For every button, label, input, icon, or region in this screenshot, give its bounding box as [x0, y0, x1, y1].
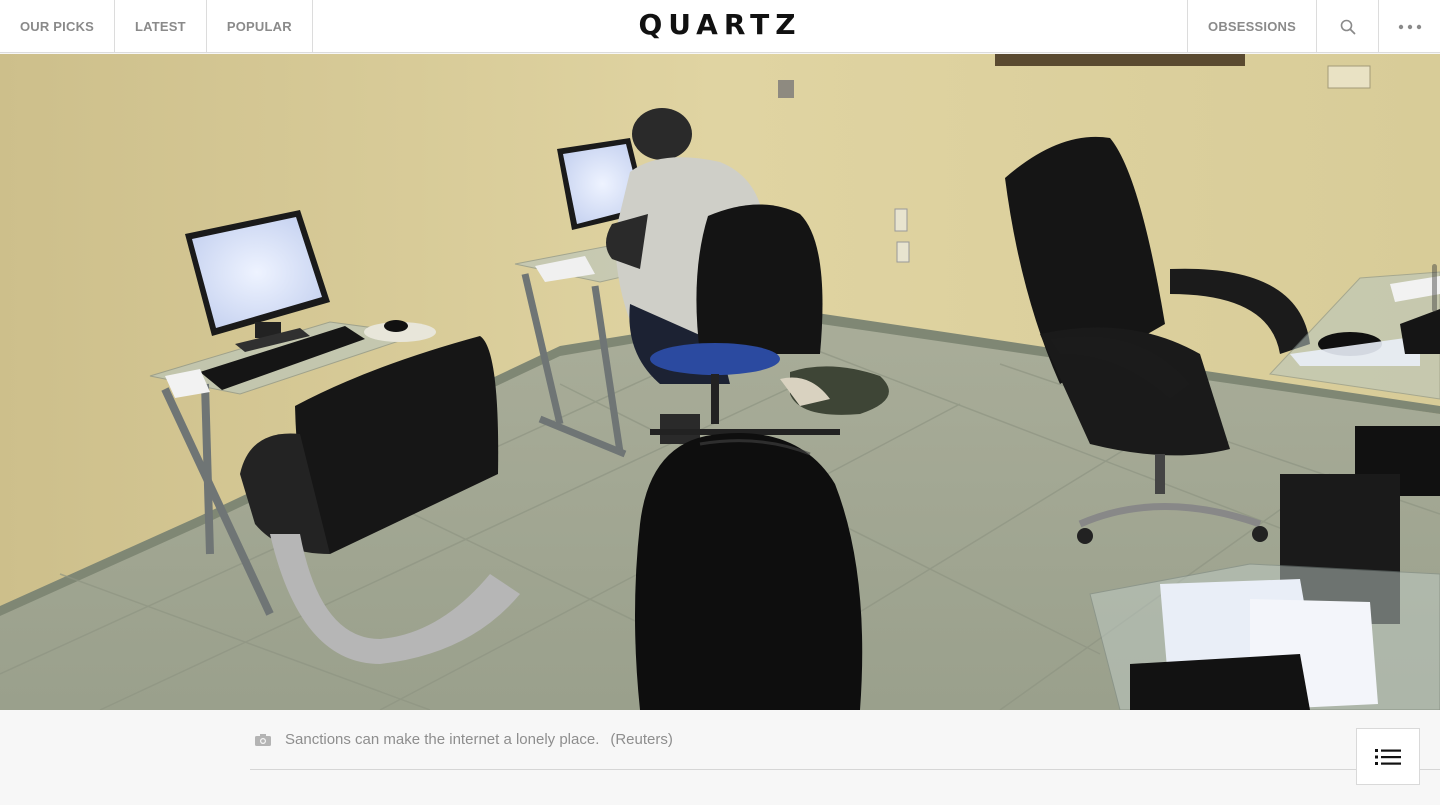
search-icon	[1340, 19, 1355, 34]
scrollbar-thumb[interactable]	[1432, 264, 1437, 312]
camera-icon	[255, 733, 271, 746]
internet-cafe-photo	[0, 54, 1440, 710]
caption-text: Sanctions can make the internet a lonely…	[285, 731, 600, 748]
top-nav-bar: OUR PICKS LATEST POPULAR QUARTZ OBSESSIO…	[0, 0, 1440, 53]
more-dots-icon	[1398, 24, 1421, 29]
more-button[interactable]	[1378, 0, 1440, 53]
nav-obsessions[interactable]: OBSESSIONS	[1187, 0, 1316, 53]
nav-right: OBSESSIONS	[1187, 0, 1440, 53]
search-button[interactable]	[1316, 0, 1378, 53]
nav-latest[interactable]: LATEST	[115, 0, 207, 53]
photo-credit: (Reuters)	[610, 731, 673, 748]
nav-popular[interactable]: POPULAR	[207, 0, 313, 53]
nav-our-picks[interactable]: OUR PICKS	[0, 0, 116, 53]
quartz-logo[interactable]: QUARTZ	[638, 8, 801, 41]
list-icon	[1375, 748, 1401, 765]
photo-caption: Sanctions can make the internet a lonely…	[250, 710, 1440, 770]
hero-image	[0, 54, 1440, 710]
nav-left: OUR PICKS LATEST POPULAR	[0, 0, 313, 53]
table-of-contents-button[interactable]	[1356, 728, 1420, 785]
